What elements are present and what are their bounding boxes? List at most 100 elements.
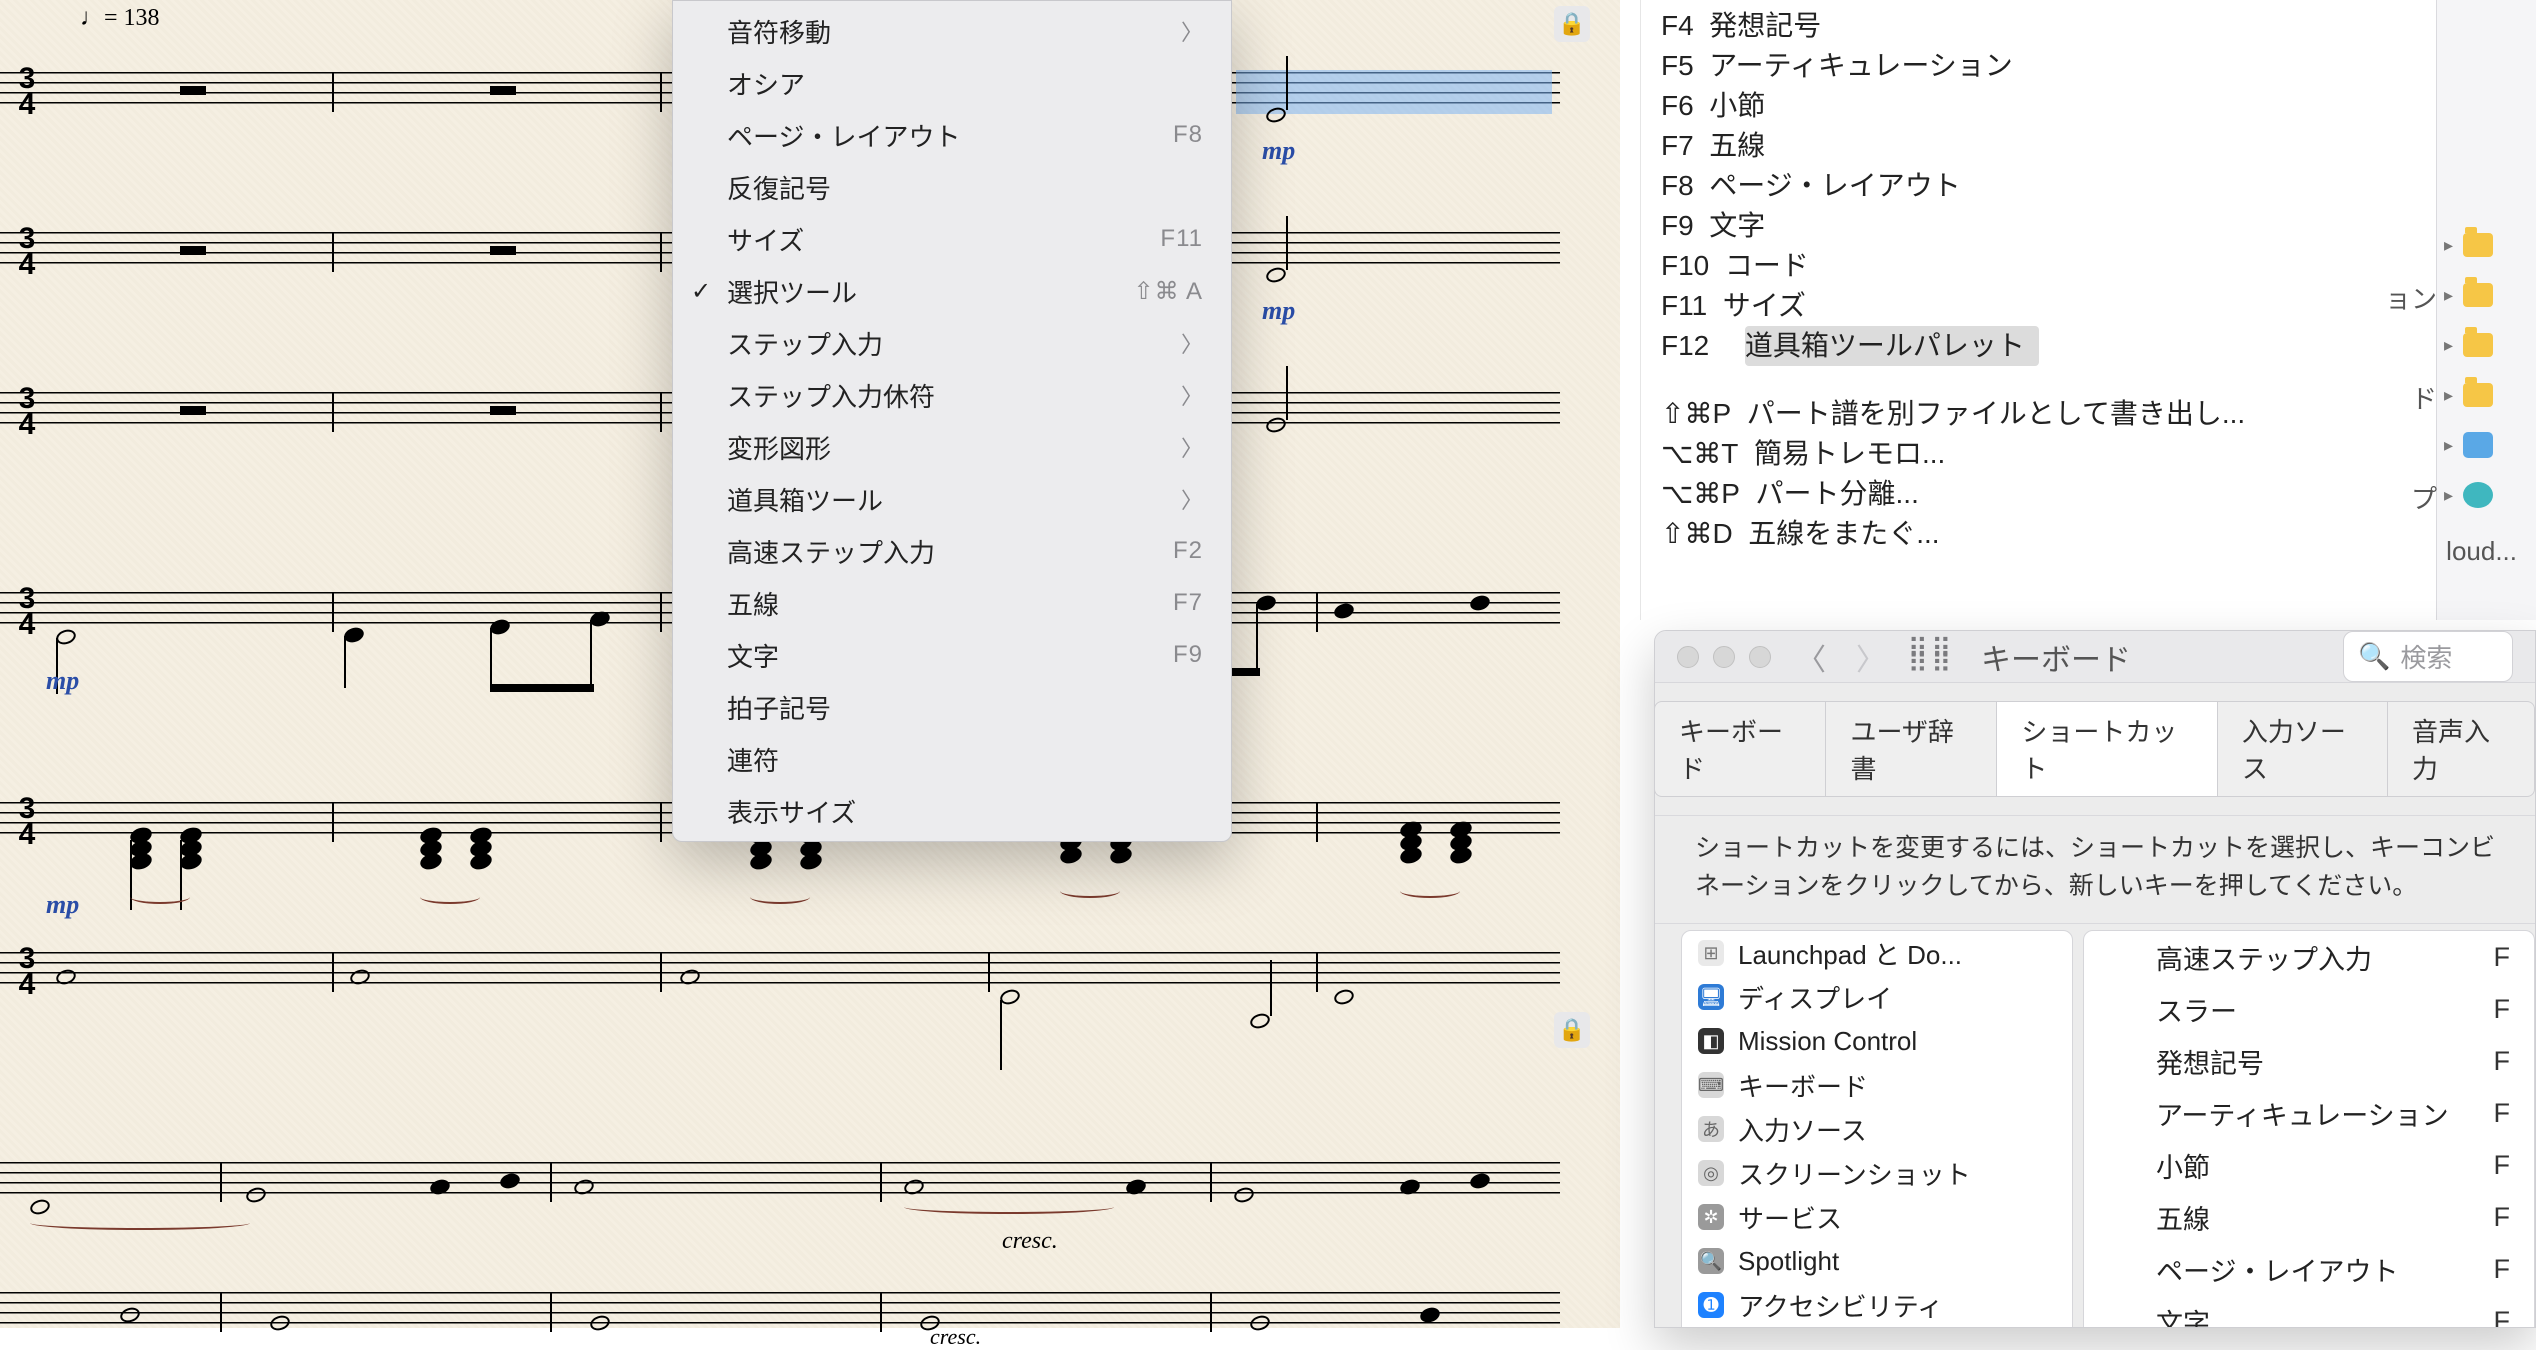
- sidebar-item[interactable]: ▸: [2436, 425, 2536, 465]
- category-item[interactable]: あ入力ソース: [1682, 1107, 2072, 1151]
- sidebar-item[interactable]: ▸: [2436, 475, 2536, 515]
- sidebar-item[interactable]: ▸: [2436, 375, 2536, 415]
- context-menu[interactable]: 音符移動〉オシアページ・レイアウトF8反復記号サイズF11選択ツール⇧⌘ Aステ…: [672, 0, 1232, 842]
- shortcut-row[interactable]: F7 五線: [1641, 126, 2536, 166]
- lock-icon[interactable]: 🔒: [1554, 1012, 1590, 1048]
- category-item[interactable]: ✲サービス: [1682, 1195, 2072, 1239]
- tabs[interactable]: キーボードユーザ辞書ショートカット入力ソース音声入力: [1655, 683, 2535, 816]
- menu-item-label: 文字: [727, 637, 779, 674]
- menu-item-label: ページ・レイアウト: [727, 117, 960, 154]
- tab[interactable]: 入力ソース: [2217, 701, 2388, 797]
- menu-item[interactable]: 連符: [673, 733, 1231, 785]
- menu-item[interactable]: ステップ入力〉: [673, 317, 1231, 369]
- sidebar-item[interactable]: ▸: [2436, 275, 2536, 315]
- app-icon: [2463, 432, 2493, 458]
- shortcut-row[interactable]: F5 アーティキュレーション: [1641, 46, 2536, 86]
- shortcut-label: サイズ: [1723, 290, 1806, 321]
- titlebar[interactable]: 〈 〉 ⠿⠿⠿⠿ キーボード 🔍 検索: [1655, 631, 2535, 683]
- shortcut-row[interactable]: ⌥⌘T 簡易トレモロ...: [1641, 434, 2536, 474]
- menu-item-label: 連符: [727, 741, 779, 778]
- menu-item[interactable]: 変形図形〉: [673, 421, 1231, 473]
- shortcut-row[interactable]: 文字F: [2084, 1295, 2534, 1328]
- category-item[interactable]: ⊞Launchpad と Do...: [1682, 931, 2072, 975]
- menu-item-shortcut: F7: [1173, 589, 1203, 617]
- shortcut-row[interactable]: F8 ページ・レイアウト: [1641, 166, 2536, 206]
- menu-item[interactable]: 道具箱ツール〉: [673, 473, 1231, 525]
- close-button[interactable]: [1677, 646, 1699, 668]
- tab[interactable]: ユーザ辞書: [1825, 701, 1997, 797]
- menu-item-label: 反復記号: [727, 169, 831, 206]
- disclosure-triangle-icon[interactable]: ▸: [2444, 485, 2453, 506]
- lock-icon[interactable]: 🔒: [1554, 6, 1590, 42]
- disclosure-triangle-icon[interactable]: ▸: [2444, 385, 2453, 406]
- back-button[interactable]: 〈: [1791, 632, 1831, 682]
- menu-item-label: 道具箱ツール: [727, 481, 883, 518]
- shortcut-key: F11: [1661, 290, 1707, 321]
- shortcut-key: F: [2494, 994, 2511, 1025]
- shortcut-key: F: [2494, 942, 2511, 973]
- menu-item[interactable]: ページ・レイアウトF8: [673, 109, 1231, 161]
- shortcut-row[interactable]: アーティキュレーションF: [2084, 1087, 2534, 1139]
- disclosure-triangle-icon[interactable]: ▸: [2444, 285, 2453, 306]
- category-item[interactable]: 🔍Spotlight: [1682, 1239, 2072, 1283]
- shortcut-row[interactable]: スラーF: [2084, 983, 2534, 1035]
- category-list[interactable]: ⊞Launchpad と Do...🖥ディスプレイ◧Mission Contro…: [1681, 930, 2073, 1328]
- shortcut-row[interactable]: 高速ステップ入力F: [2084, 931, 2534, 983]
- shortcut-row[interactable]: 小節F: [2084, 1139, 2534, 1191]
- shortcut-row[interactable]: F4 発想記号: [1641, 6, 2536, 46]
- menu-item[interactable]: 五線F7: [673, 577, 1231, 629]
- shortcut-key: F: [2494, 1306, 2511, 1329]
- disclosure-triangle-icon[interactable]: ▸: [2444, 335, 2453, 356]
- shortcut-row[interactable]: 五線F: [2084, 1191, 2534, 1243]
- menu-item[interactable]: オシア: [673, 57, 1231, 109]
- menu-item[interactable]: 高速ステップ入力F2: [673, 525, 1231, 577]
- time-signature: 34: [10, 586, 44, 638]
- category-icon: ◧: [1698, 1028, 1724, 1054]
- shortcut-row[interactable]: F6 小節: [1641, 86, 2536, 126]
- search-icon: 🔍: [2358, 641, 2390, 672]
- menu-item[interactable]: ステップ入力休符〉: [673, 369, 1231, 421]
- shortcut-key: F5: [1661, 50, 1694, 81]
- disclosure-triangle-icon[interactable]: ▸: [2444, 435, 2453, 456]
- search-field[interactable]: 🔍 検索: [2343, 631, 2513, 682]
- zoom-button[interactable]: [1749, 646, 1771, 668]
- sidebar-item[interactable]: ▸: [2436, 325, 2536, 365]
- menu-item[interactable]: 選択ツール⇧⌘ A: [673, 265, 1231, 317]
- time-signature: 34: [10, 226, 44, 278]
- tab[interactable]: 音声入力: [2387, 701, 2535, 797]
- forward-button[interactable]: 〉: [1851, 632, 1891, 682]
- menu-item[interactable]: 文字F9: [673, 629, 1231, 681]
- truncated-label: loud...: [2277, 536, 2517, 567]
- menu-item[interactable]: 音符移動〉: [673, 5, 1231, 57]
- shortcut-row[interactable]: ページ・レイアウトF: [2084, 1243, 2534, 1295]
- category-item[interactable]: ◎スクリーンショット: [1682, 1151, 2072, 1195]
- category-icon: ⊞: [1698, 940, 1724, 966]
- shortcut-table[interactable]: 高速ステップ入力FスラーF発想記号FアーティキュレーションF小節F五線Fページ・…: [2083, 930, 2535, 1328]
- category-icon: 🔍: [1698, 1248, 1724, 1274]
- finder-sidebar-fragment: ▸▸ョン▸▸ド▸▸プloud...: [2436, 0, 2536, 620]
- minimize-button[interactable]: [1713, 646, 1735, 668]
- show-all-button[interactable]: ⠿⠿⠿⠿: [1911, 632, 1951, 682]
- dynamic-mp: mp: [46, 890, 79, 920]
- shortcut-row[interactable]: F9 文字: [1641, 206, 2536, 246]
- tab[interactable]: ショートカット: [1996, 701, 2217, 797]
- shortcut-label: 発想記号: [2156, 1042, 2264, 1081]
- traffic-lights[interactable]: [1677, 646, 1771, 668]
- menu-item[interactable]: サイズF11: [673, 213, 1231, 265]
- cresc-text: cresc.: [1002, 1228, 1058, 1255]
- shortcut-key: F8: [1661, 170, 1694, 201]
- shortcut-row[interactable]: 発想記号F: [2084, 1035, 2534, 1087]
- category-item[interactable]: ◧Mission Control: [1682, 1019, 2072, 1063]
- shortcut-key: F9: [1661, 210, 1694, 241]
- category-item[interactable]: 🖥ディスプレイ: [1682, 975, 2072, 1019]
- sidebar-item[interactable]: ▸: [2436, 225, 2536, 265]
- menu-item[interactable]: 反復記号: [673, 161, 1231, 213]
- menu-item[interactable]: 拍子記号: [673, 681, 1231, 733]
- shortcut-label: 五線: [1709, 130, 1765, 161]
- category-item[interactable]: ➊アクセシビリティ: [1682, 1283, 2072, 1327]
- tab[interactable]: キーボード: [1654, 701, 1826, 797]
- category-item[interactable]: ⌨キーボード: [1682, 1063, 2072, 1107]
- system-preferences-window[interactable]: 〈 〉 ⠿⠿⠿⠿ キーボード 🔍 検索 キーボードユーザ辞書ショートカット入力ソ…: [1654, 630, 2536, 1328]
- menu-item[interactable]: 表示サイズ: [673, 785, 1231, 837]
- disclosure-triangle-icon[interactable]: ▸: [2444, 235, 2453, 256]
